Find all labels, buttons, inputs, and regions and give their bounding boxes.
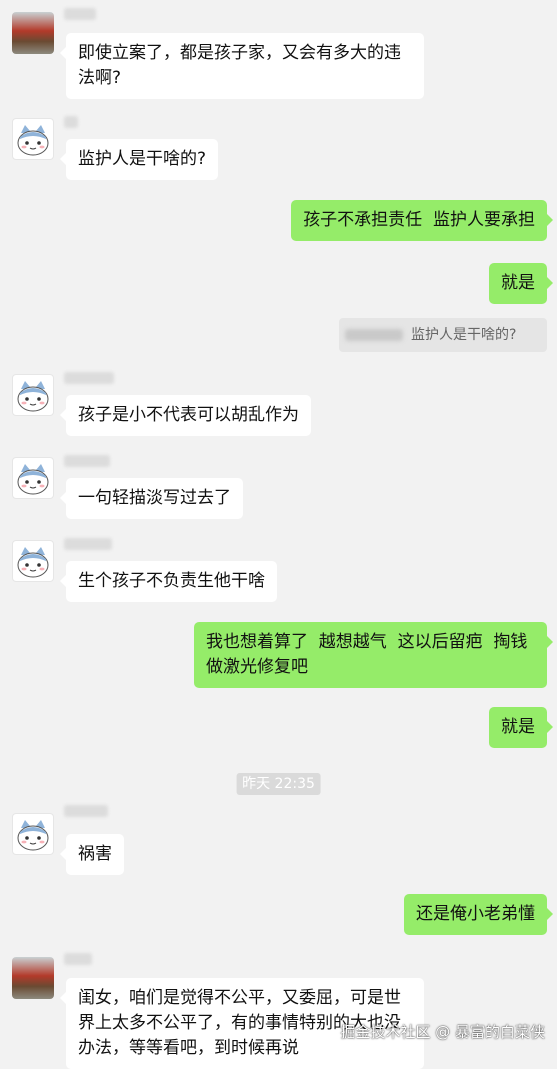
- contact-avatar[interactable]: [12, 813, 54, 855]
- contact-avatar[interactable]: [12, 374, 54, 416]
- cat-avatar-icon: [17, 464, 49, 495]
- sender-name-blurred: [64, 805, 108, 817]
- message-bubble[interactable]: 监护人是干啥的?: [59, 139, 219, 180]
- sender-name-blurred: [64, 372, 114, 384]
- contact-avatar[interactable]: [12, 118, 54, 160]
- message-bubble[interactable]: 还是俺小老弟懂: [404, 894, 553, 935]
- sender-name-blurred: [64, 8, 96, 20]
- message-bubble[interactable]: 孩子不承担责任 监护人要承担: [291, 200, 553, 241]
- message-bubble[interactable]: 就是: [489, 263, 553, 304]
- cat-avatar-icon: [17, 547, 49, 578]
- message-bubble[interactable]: 我也想着算了 越想越气 这以后留疤 掏钱 做激光修复吧: [194, 622, 553, 688]
- quoted-sender-blurred: [345, 329, 403, 341]
- contact-avatar[interactable]: [12, 12, 54, 54]
- contact-avatar[interactable]: [12, 957, 54, 999]
- message-bubble[interactable]: 孩子是小不代表可以胡乱作为: [60, 395, 311, 436]
- sender-name-blurred: [64, 538, 112, 550]
- sender-name-blurred: [64, 953, 92, 965]
- contact-avatar[interactable]: [12, 457, 54, 499]
- message-bubble[interactable]: 即使立案了，都是孩子家，又会有多大的违 法啊?: [60, 33, 424, 99]
- watermark: 掘金技术社区 @ 暴富的白菜侠: [340, 1023, 545, 1041]
- sender-name-blurred: [64, 116, 78, 128]
- contact-avatar[interactable]: [12, 540, 54, 582]
- message-bubble[interactable]: 就是: [489, 707, 553, 748]
- message-bubble[interactable]: 一句轻描淡写过去了: [60, 478, 243, 519]
- quoted-text: 监护人是干啥的?: [411, 327, 517, 343]
- message-bubble[interactable]: 祸害: [60, 834, 124, 875]
- timestamp: 昨天 22:35: [236, 773, 321, 795]
- message-bubble[interactable]: 生个孩子不负责生他干啥: [60, 561, 277, 602]
- cat-avatar-icon: [17, 125, 49, 156]
- quoted-reply[interactable]: 监护人是干啥的?: [339, 318, 547, 352]
- cat-avatar-icon: [17, 381, 49, 412]
- cat-avatar-icon: [17, 820, 49, 851]
- sender-name-blurred: [64, 455, 110, 467]
